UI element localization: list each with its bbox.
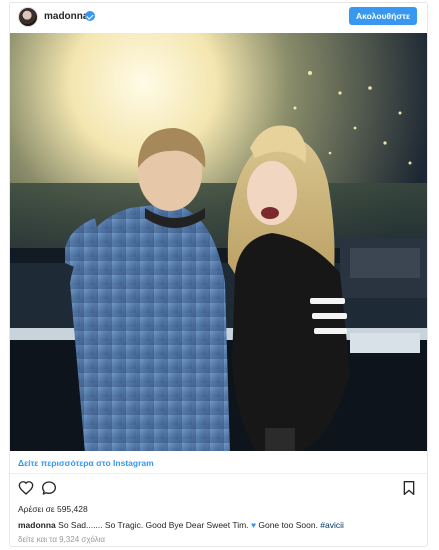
avatar[interactable]: [18, 7, 38, 27]
caption-text-end: Gone too Soon.: [258, 520, 318, 530]
blue-heart-emoji: ♥: [250, 520, 256, 530]
verified-badge-icon: [85, 11, 95, 21]
post-caption: madonna So Sad....... So Tragic. Good By…: [18, 520, 344, 530]
follow-button[interactable]: Ακολουθήστε: [349, 7, 417, 25]
post-photo[interactable]: [10, 33, 427, 451]
action-bar: [10, 480, 427, 498]
likes-count[interactable]: Αρέσει σε 595,428: [18, 504, 88, 514]
divider: [10, 473, 427, 474]
post-header: madonna Ακολουθήστε: [10, 3, 427, 33]
view-more-link[interactable]: Δείτε περισσότερα στο Instagram: [18, 458, 154, 468]
caption-username[interactable]: madonna: [18, 520, 56, 530]
comment-bubble-icon[interactable]: [41, 480, 57, 496]
photo-illustration: [10, 33, 427, 451]
hashtag-link[interactable]: #avicii: [320, 520, 344, 530]
instagram-embed-card: madonna Ακολουθήστε Δείτε περισσότερα στ…: [9, 2, 428, 547]
bookmark-icon[interactable]: [401, 480, 417, 496]
caption-text: So Sad....... So Tragic. Good Bye Dear S…: [58, 520, 249, 530]
heart-outline-icon[interactable]: [18, 480, 34, 496]
username-link[interactable]: madonna: [44, 11, 88, 22]
view-all-comments-link[interactable]: δείτε και τα 9,324 σχόλια: [18, 535, 105, 544]
